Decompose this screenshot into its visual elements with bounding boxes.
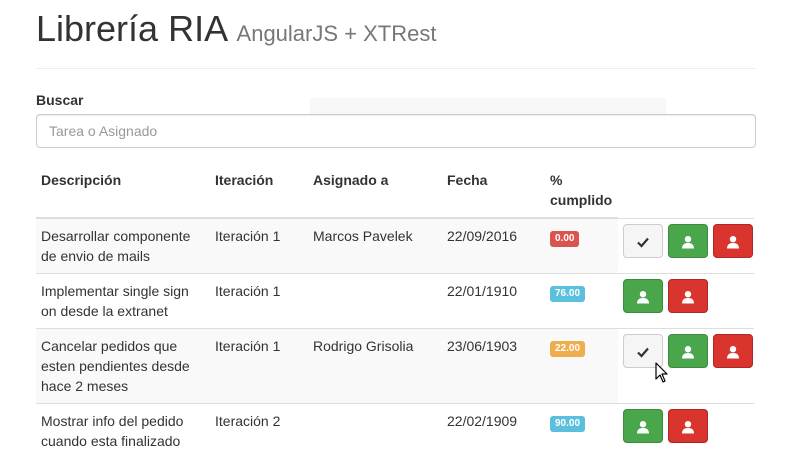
header-divider	[36, 68, 756, 69]
search-label: Buscar	[36, 92, 83, 108]
cell-cumplido: 22.00	[545, 329, 618, 404]
table-header-row: Descripción Iteración Asignado a Fecha %…	[36, 163, 754, 218]
check-icon	[636, 343, 650, 359]
cell-iteracion: Iteración 1	[210, 329, 308, 404]
unassign-button[interactable]	[713, 224, 753, 258]
page-title: Librería RIA	[36, 8, 228, 49]
search-input[interactable]	[36, 114, 756, 148]
cell-fecha: 22/01/1910	[442, 274, 545, 329]
table-row: Implementar single sign on desde la extr…	[36, 274, 754, 329]
assign-button[interactable]	[623, 279, 663, 313]
cell-descripcion: Desarrollar componente de envio de mails	[36, 218, 210, 274]
table-body: Desarrollar componente de envio de mails…	[36, 218, 754, 458]
column-header-fecha[interactable]: Fecha	[442, 163, 545, 218]
cell-cumplido: 0.00	[545, 218, 618, 274]
cell-descripcion: Implementar single sign on desde la extr…	[36, 274, 210, 329]
assign-button[interactable]	[668, 224, 708, 258]
cell-cumplido: 76.00	[545, 274, 618, 329]
progress-badge: 22.00	[550, 341, 585, 357]
cell-asignado	[308, 404, 442, 458]
cell-descripcion: Cancelar pedidos que esten pendientes de…	[36, 329, 210, 404]
user-icon	[636, 418, 650, 434]
progress-badge: 0.00	[550, 231, 579, 247]
cell-asignado: Rodrigo Grisolia	[308, 329, 442, 404]
cell-actions	[618, 274, 754, 329]
unassign-button[interactable]	[713, 334, 753, 368]
progress-badge: 76.00	[550, 286, 585, 302]
cell-asignado	[308, 274, 442, 329]
unassign-button[interactable]	[668, 279, 708, 313]
cell-actions	[618, 329, 754, 404]
complete-button[interactable]	[623, 224, 663, 258]
cell-iteracion: Iteración 2	[210, 404, 308, 458]
progress-badge: 90.00	[550, 416, 585, 432]
user-icon	[636, 288, 650, 304]
page-header: Librería RIA AngularJS + XTRest	[36, 8, 436, 50]
cell-actions	[618, 404, 754, 458]
table-row: Mostrar info del pedido cuando esta fina…	[36, 404, 754, 458]
assign-button[interactable]	[668, 334, 708, 368]
user-icon	[681, 343, 695, 359]
user-icon	[681, 418, 695, 434]
check-icon	[636, 233, 650, 249]
column-header-descripcion[interactable]: Descripción	[36, 163, 210, 218]
user-icon	[726, 343, 740, 359]
cell-fecha: 23/06/1903	[442, 329, 545, 404]
user-icon	[681, 288, 695, 304]
user-icon	[681, 233, 695, 249]
cell-actions	[618, 218, 754, 274]
cell-fecha: 22/02/1909	[442, 404, 545, 458]
tasks-table: Descripción Iteración Asignado a Fecha %…	[36, 163, 754, 458]
cell-fecha: 22/09/2016	[442, 218, 545, 274]
cell-asignado: Marcos Pavelek	[308, 218, 442, 274]
cell-cumplido: 90.00	[545, 404, 618, 458]
column-header-asignado[interactable]: Asignado a	[308, 163, 442, 218]
unassign-button[interactable]	[668, 409, 708, 443]
user-icon	[726, 233, 740, 249]
mouse-cursor-icon	[655, 362, 669, 384]
column-header-iteracion[interactable]: Iteración	[210, 163, 308, 218]
cell-iteracion: Iteración 1	[210, 218, 308, 274]
cell-iteracion: Iteración 1	[210, 274, 308, 329]
column-header-cumplido[interactable]: % cumplido	[545, 163, 618, 218]
page-subtitle: AngularJS + XTRest	[237, 21, 437, 46]
table-row: Desarrollar componente de envio de mails…	[36, 218, 754, 274]
table-row: Cancelar pedidos que esten pendientes de…	[36, 329, 754, 404]
cell-descripcion: Mostrar info del pedido cuando esta fina…	[36, 404, 210, 458]
assign-button[interactable]	[623, 409, 663, 443]
